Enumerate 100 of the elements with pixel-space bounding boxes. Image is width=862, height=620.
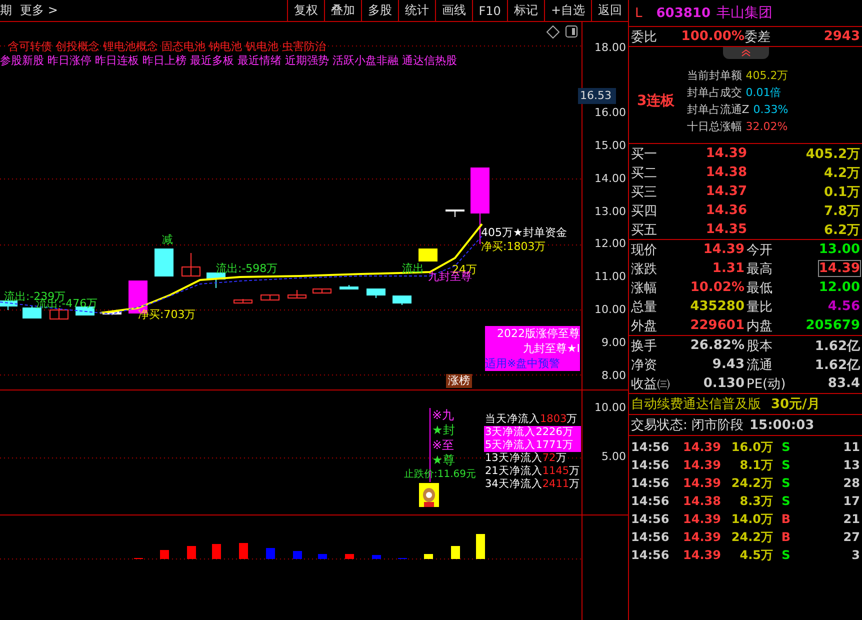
field-label: 涨跌 xyxy=(631,260,658,278)
hot-tags: 参股新股 昨日涨停 昨日连板 昨日上榜 最近多板 最近情绪 近期强势 活跃小盘非融 通达信热股 xyxy=(0,53,457,68)
bid-label: 买三 xyxy=(631,184,658,200)
field-label: 股本 xyxy=(746,338,774,354)
field-label: 收益㈢ xyxy=(631,376,671,392)
axis-label: 13.00 xyxy=(594,204,626,220)
flow-unit: 万 xyxy=(562,426,574,438)
trade-count: 11 xyxy=(842,440,860,454)
ad-link[interactable]: 自动续费通达信普及版 xyxy=(631,395,761,413)
toolbar-link[interactable]: 更多 > xyxy=(20,2,58,19)
field-value: 100.00% xyxy=(680,29,744,44)
candlestick xyxy=(418,248,438,262)
flow-label: 21天净流入 xyxy=(485,465,542,477)
trade-count: 17 xyxy=(842,494,860,508)
info-value: 0.33% xyxy=(753,102,788,118)
axis-label: 12.00 xyxy=(594,236,626,252)
candlestick xyxy=(206,272,226,288)
bid-volume: 7.8万 xyxy=(822,202,860,220)
trade-volume: 8.3万 xyxy=(738,492,773,510)
field-value: 0.130 xyxy=(703,376,744,391)
axis-label: 10.00 xyxy=(594,302,626,318)
flow-unit: 万 xyxy=(566,413,578,425)
trade-volume: 8.1万 xyxy=(738,456,773,474)
toolbar-link[interactable]: 期 xyxy=(0,2,12,19)
signal-label: ※至 xyxy=(432,438,455,453)
axis-label: 15.00 xyxy=(594,138,626,154)
volume-bar xyxy=(424,554,433,559)
axis-label: 10.00 xyxy=(594,400,626,416)
trade-side: S xyxy=(780,494,792,508)
trade-time: 14:56 xyxy=(631,530,670,544)
chart-annotation: 405万★封单资金 xyxy=(481,226,567,239)
field-label: PE(动) xyxy=(746,376,787,392)
candlestick xyxy=(288,290,306,298)
flow-value: 1145 xyxy=(542,465,570,477)
axis-label: 14.00 xyxy=(594,170,626,187)
bid-price: 14.37 xyxy=(704,184,747,199)
signal-label: ★尊 xyxy=(432,453,455,468)
volume-bar xyxy=(239,543,248,559)
volume-bar xyxy=(160,550,169,559)
axis-label: 16.00 xyxy=(594,105,626,122)
trade-volume: 4.5万 xyxy=(738,546,773,564)
trade-volume: 16.0万 xyxy=(730,438,773,456)
trade-time: 14:56 xyxy=(631,440,670,454)
candlestick xyxy=(340,284,358,290)
chevron-up-icon xyxy=(740,49,750,57)
flow-label: 当天净流入 xyxy=(485,413,540,425)
field-value: 14.39 xyxy=(703,242,744,257)
stock-code: 603810 xyxy=(656,6,711,20)
field-label: 现价 xyxy=(631,242,658,258)
volume-bar xyxy=(266,548,275,559)
diamond-icon[interactable] xyxy=(546,25,560,39)
trade-price: 14.38 xyxy=(682,494,721,508)
panel-toggle-icon[interactable] xyxy=(566,26,578,38)
flow-label: 5天净流入 xyxy=(485,439,536,451)
chart-annotation: 流出:-598万 xyxy=(216,262,278,275)
field-value: 2943 xyxy=(822,29,860,44)
field-value: 1.62亿 xyxy=(814,338,860,354)
volume-bar xyxy=(372,555,381,559)
trade-volume: 24.2万 xyxy=(730,528,773,546)
trade-count: 3 xyxy=(850,548,860,562)
collapse-button[interactable] xyxy=(722,47,768,59)
field-label: 涨幅 xyxy=(631,280,658,296)
status-time: 15:00:03 xyxy=(750,418,814,432)
flow-value: 1803 xyxy=(540,413,567,425)
field-value: 1.62亿 xyxy=(814,356,860,374)
field-value: 9.43 xyxy=(712,357,744,372)
info-label: 封单占成交 xyxy=(686,85,742,101)
trade-side: S xyxy=(780,548,792,562)
bid-label: 买一 xyxy=(631,146,658,162)
trade-time: 14:56 xyxy=(631,458,670,472)
axis-label: 9.00 xyxy=(600,334,626,351)
trade-time: 14:56 xyxy=(631,512,670,526)
field-label: 委比 xyxy=(631,28,658,46)
status-label: 交易状态: 闭市阶段 xyxy=(631,417,744,434)
chart-annotation: 净买:1803万 xyxy=(481,240,546,253)
axis-label: 11.00 xyxy=(594,269,626,286)
field-label: 流通 xyxy=(746,356,774,374)
volume-bar xyxy=(476,534,485,559)
trade-volume: 14.0万 xyxy=(730,510,773,528)
trade-time: 14:56 xyxy=(631,476,670,490)
volume-bar xyxy=(212,544,221,559)
bid-price: 14.38 xyxy=(704,165,747,180)
trade-side: S xyxy=(780,476,792,490)
trade-count: 27 xyxy=(842,530,860,544)
field-value: 10.02% xyxy=(690,280,744,295)
bid-volume: 0.1万 xyxy=(822,184,860,200)
trade-price: 14.39 xyxy=(682,440,721,454)
candlestick xyxy=(260,294,280,300)
trade-price: 14.39 xyxy=(682,512,721,526)
field-label: 内盘 xyxy=(746,318,774,334)
trade-count: 28 xyxy=(842,476,860,490)
concept-tags: 含可转债 创投概念 锂电池概念 固态电池 钠电池 钒电池 虫害防治 xyxy=(8,39,326,54)
field-value: 1.31 xyxy=(712,261,744,276)
rank-badge: 涨榜 xyxy=(446,374,472,388)
bid-volume: 405.2万 xyxy=(804,146,860,162)
info-label: 封单占流通Z xyxy=(686,102,750,118)
info-value: 405.2万 xyxy=(746,68,788,84)
volume-bar xyxy=(187,546,196,559)
signal-label: ※九 xyxy=(432,408,455,423)
bid-label: 买五 xyxy=(631,222,658,238)
